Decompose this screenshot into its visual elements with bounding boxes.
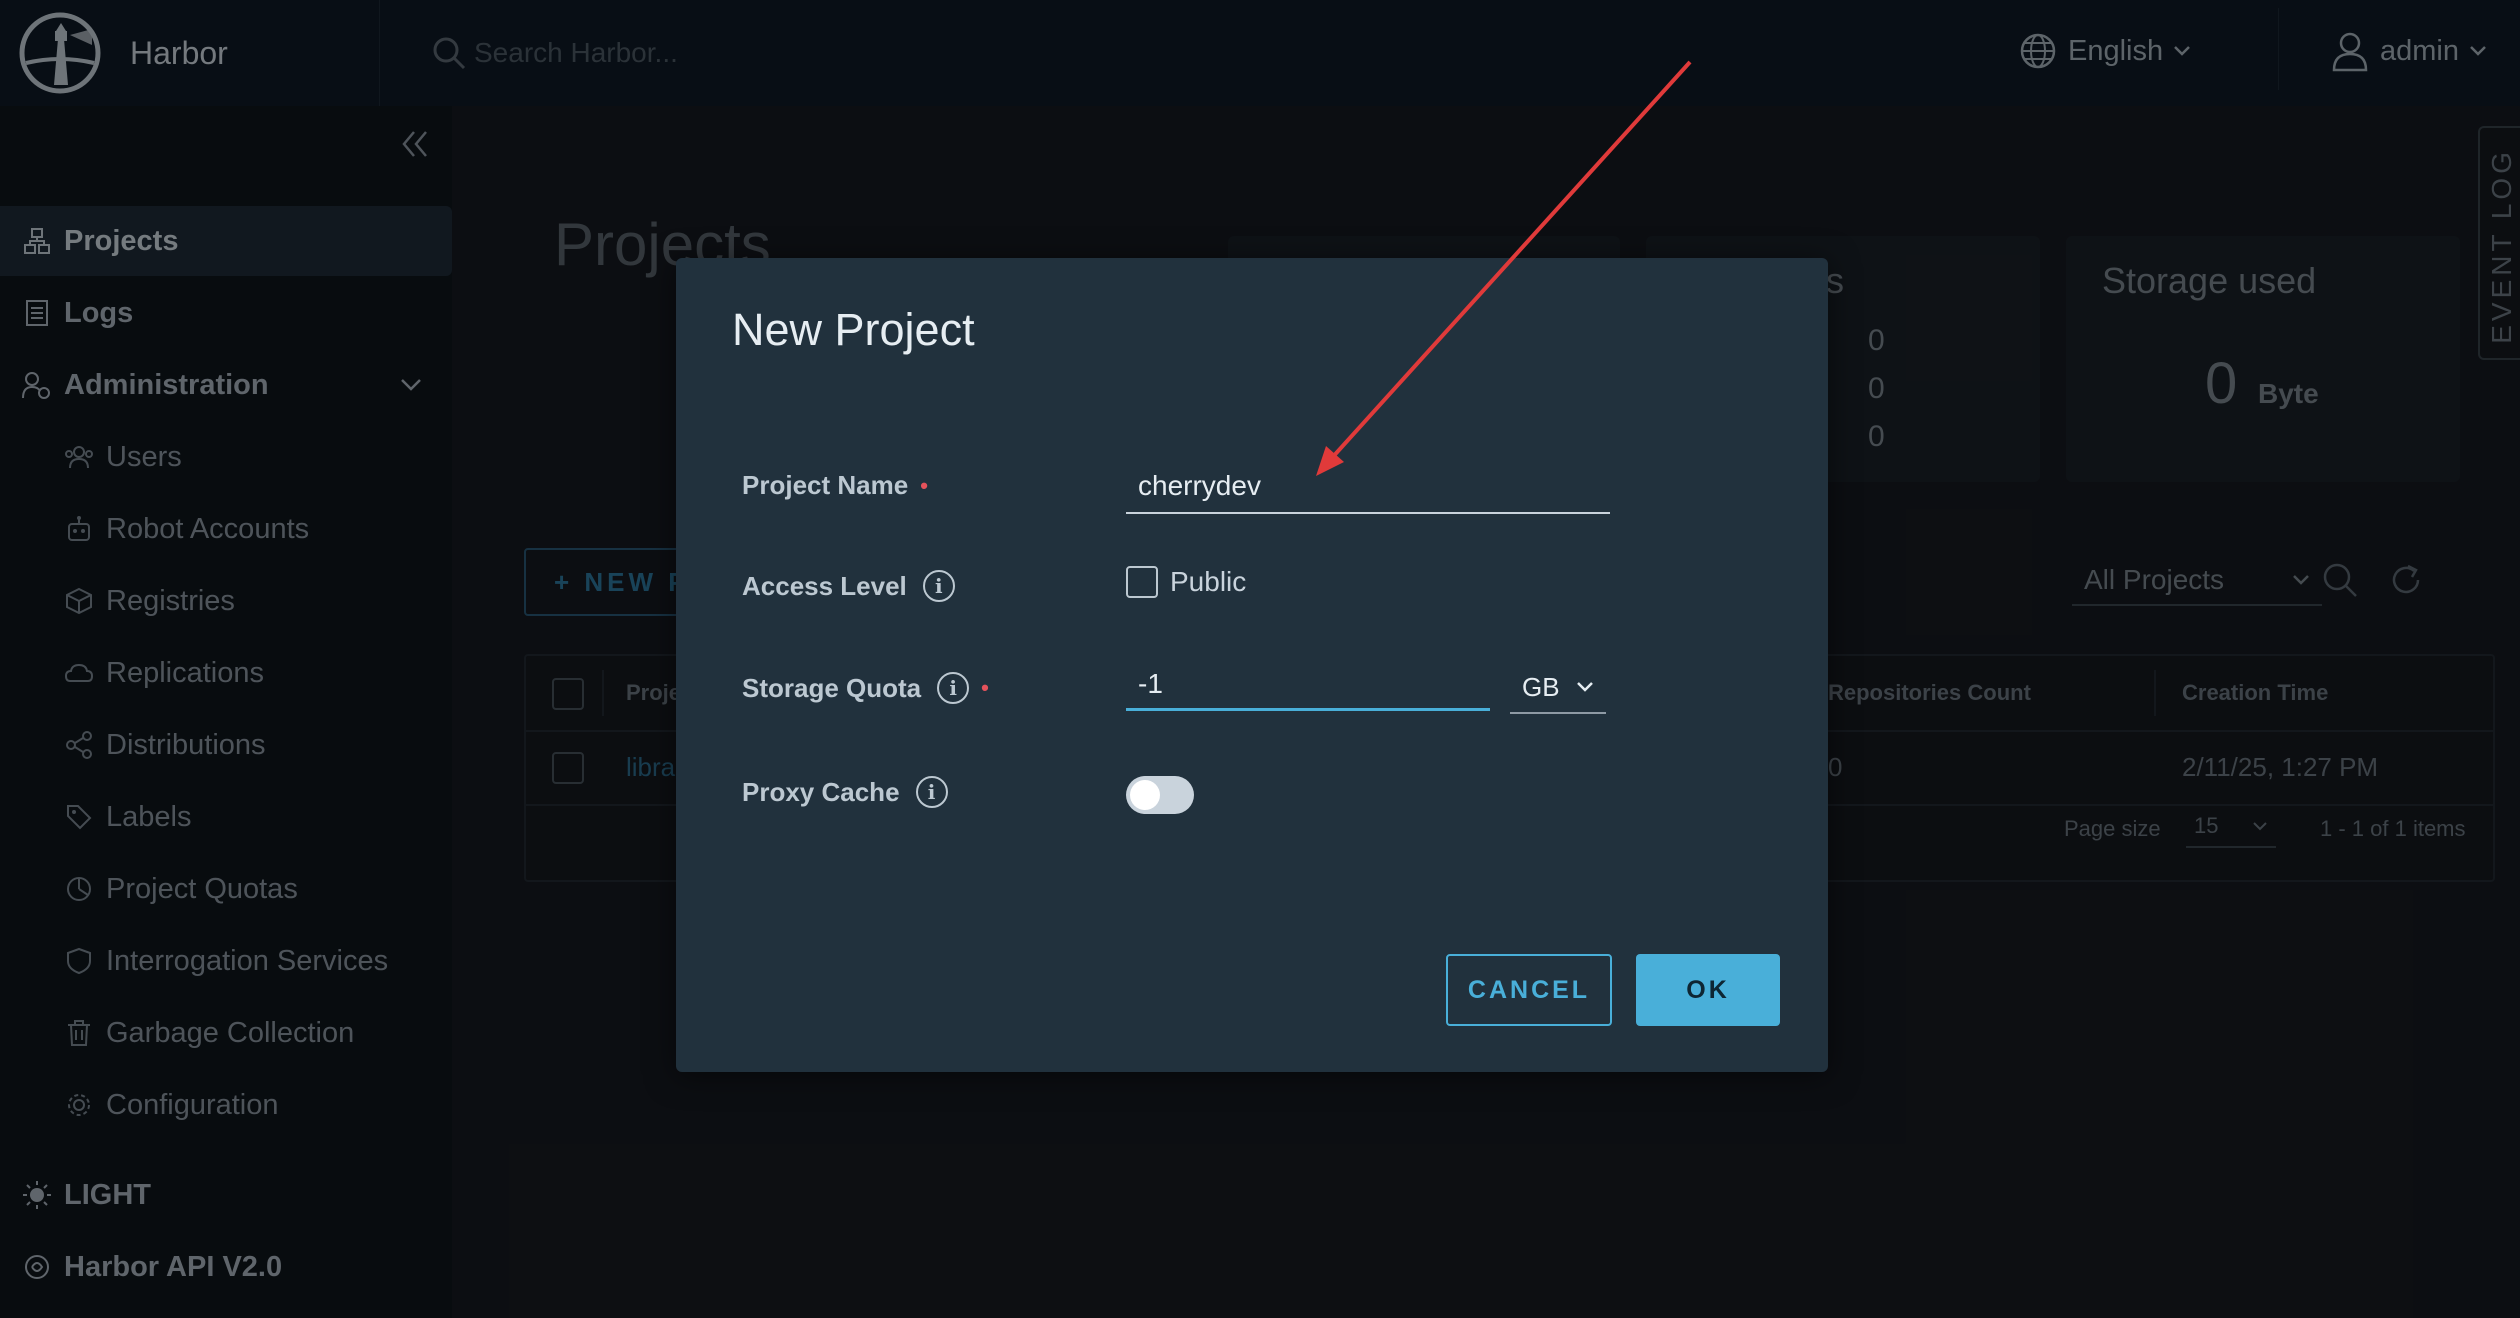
annotation-arrow: [1316, 60, 1692, 476]
